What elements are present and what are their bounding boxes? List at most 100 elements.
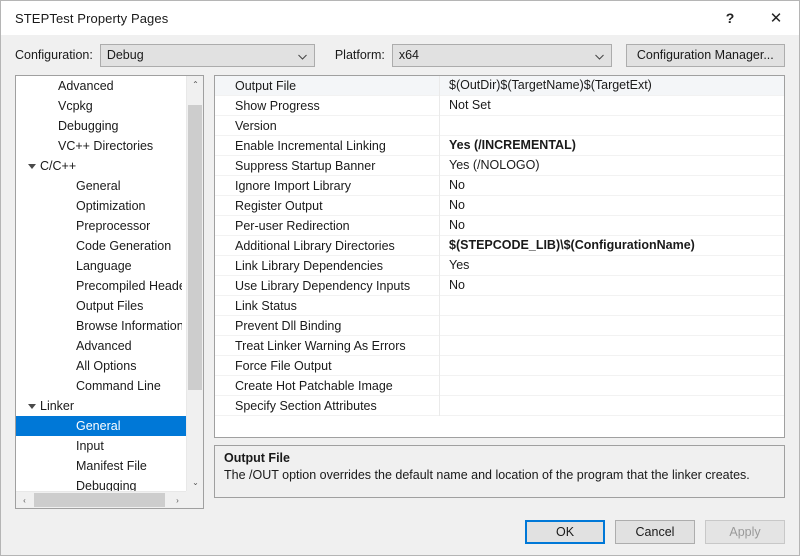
sidebar-item-preprocessor[interactable]: Preprocessor [16,216,186,236]
sidebar-item-advanced[interactable]: Advanced [16,336,186,356]
table-row[interactable]: Additional Library Directories $(STEPCODE… [215,235,784,256]
property-value[interactable]: No [439,275,784,296]
property-name: Enable Incremental Linking [235,138,386,153]
tree-vertical-scrollbar[interactable]: ⌃ ⌄ [186,76,203,491]
scroll-down-icon[interactable]: ⌄ [187,474,203,491]
sidebar-item-debugging[interactable]: Debugging [16,476,186,491]
configuration-dropdown[interactable]: Debug [99,43,315,67]
property-value[interactable] [439,335,784,356]
table-row[interactable]: Specify Section Attributes [215,395,784,416]
property-name: Specify Section Attributes [235,398,377,413]
sidebar-item-label: Optimization [76,199,146,213]
property-value[interactable]: Not Set [439,95,784,116]
sidebar-item-linker[interactable]: Linker [16,396,186,416]
table-row[interactable]: Per-user Redirection No [215,215,784,236]
table-row[interactable]: Force File Output [215,355,784,376]
sidebar-item-c-c[interactable]: C/C++ [16,156,186,176]
sidebar-item-vcpkg[interactable]: Vcpkg [16,96,186,116]
configuration-manager-button[interactable]: Configuration Manager... [625,43,785,67]
apply-button: Apply [705,520,785,544]
sidebar-item-vc-directories[interactable]: VC++ Directories [16,136,186,156]
configuration-label: Configuration: [15,48,93,62]
right-pane: Output File $(OutDir)$(TargetName)$(Targe… [214,75,785,509]
configuration-bar: Configuration: Debug Platform: x64 Confi… [1,35,799,75]
sidebar-item-label: Debugging [76,479,137,491]
property-value[interactable]: $(STEPCODE_LIB)\$(ConfigurationName) [439,235,784,256]
property-value[interactable] [439,115,784,136]
configuration-value: Debug [106,48,144,62]
property-value[interactable] [439,355,784,376]
table-row[interactable]: Suppress Startup Banner Yes (/NOLOGO) [215,155,784,176]
sidebar-item-code-generation[interactable]: Code Generation [16,236,186,256]
property-value[interactable]: Yes (/INCREMENTAL) [439,135,784,156]
table-row[interactable]: Treat Linker Warning As Errors [215,335,784,356]
property-value[interactable]: No [439,195,784,216]
sidebar-item-label: Output Files [76,299,144,313]
sidebar-item-advanced[interactable]: Advanced [16,76,186,96]
help-icon[interactable]: ? [707,1,753,35]
table-row[interactable]: Output File $(OutDir)$(TargetName)$(Targe… [215,76,784,96]
property-name: Link Library Dependencies [235,258,384,273]
property-name: Force File Output [235,358,332,373]
property-value[interactable] [439,375,784,396]
property-value[interactable] [439,315,784,336]
sidebar-item-output-files[interactable]: Output Files [16,296,186,316]
property-name: Per-user Redirection [235,218,350,233]
table-row[interactable]: Ignore Import Library No [215,175,784,196]
scroll-up-icon[interactable]: ⌃ [187,76,203,93]
sidebar-item-label: C/C++ [40,159,77,173]
scroll-left-icon[interactable]: ‹ [16,492,33,508]
property-name: Link Status [235,298,297,313]
table-row[interactable]: Use Library Dependency Inputs No [215,275,784,296]
property-value[interactable]: $(OutDir)$(TargetName)$(TargetExt) [439,76,784,96]
property-name: Ignore Import Library [235,178,352,193]
sidebar-item-general[interactable]: General [16,176,186,196]
property-value[interactable]: No [439,175,784,196]
sidebar-item-input[interactable]: Input [16,436,186,456]
sidebar-item-label: Command Line [76,379,161,393]
property-value[interactable]: No [439,215,784,236]
sidebar-item-label: Input [76,439,104,453]
property-value[interactable] [439,395,784,416]
tree-expanded-icon[interactable] [24,163,40,169]
sidebar-item-browse-information[interactable]: Browse Information [16,316,186,336]
table-row[interactable]: Create Hot Patchable Image [215,375,784,396]
sidebar-item-general[interactable]: General [16,416,186,436]
horizontal-scroll-thumb[interactable] [34,493,165,507]
tree-horizontal-scrollbar[interactable]: ‹ › [16,491,186,508]
sidebar-item-all-options[interactable]: All Options [16,356,186,376]
description-title: Output File [224,451,290,465]
table-row[interactable]: Version [215,115,784,136]
property-value[interactable]: Yes [439,255,784,276]
table-row[interactable]: Prevent Dll Binding [215,315,784,336]
platform-dropdown[interactable]: x64 [391,43,612,67]
table-row[interactable]: Register Output No [215,195,784,216]
platform-label: Platform: [334,48,385,62]
cancel-button[interactable]: Cancel [615,520,695,544]
property-name: Output File [235,78,297,93]
sidebar-item-label: Language [76,259,132,273]
sidebar-item-language[interactable]: Language [16,256,186,276]
sidebar-item-optimization[interactable]: Optimization [16,196,186,216]
tree-expanded-icon[interactable] [24,403,40,409]
table-row[interactable]: Link Library Dependencies Yes [215,255,784,276]
sidebar-item-precompiled-headers[interactable]: Precompiled Headers [16,276,186,296]
property-value[interactable]: Yes (/NOLOGO) [439,155,784,176]
sidebar-item-debugging[interactable]: Debugging [16,116,186,136]
property-name: Version [235,118,277,133]
close-icon[interactable]: ✕ [753,1,799,35]
window-title: STEPTest Property Pages [15,10,169,26]
main-content: Advanced Vcpkg Debugging VC++ Directories C/… [1,75,799,509]
vertical-scroll-thumb[interactable] [188,105,202,390]
table-row[interactable]: Show Progress Not Set [215,95,784,116]
sidebar-item-label: Advanced [58,79,114,93]
scroll-right-icon[interactable]: › [169,492,186,508]
sidebar-item-label: Precompiled Headers [76,279,182,293]
property-value[interactable] [439,295,784,316]
sidebar-item-manifest-file[interactable]: Manifest File [16,456,186,476]
ok-button[interactable]: OK [525,520,605,544]
table-row[interactable]: Enable Incremental Linking Yes (/INCREMEN… [215,135,784,156]
table-row[interactable]: Link Status [215,295,784,316]
sidebar-item-command-line[interactable]: Command Line [16,376,186,396]
property-name: Show Progress [235,98,320,113]
